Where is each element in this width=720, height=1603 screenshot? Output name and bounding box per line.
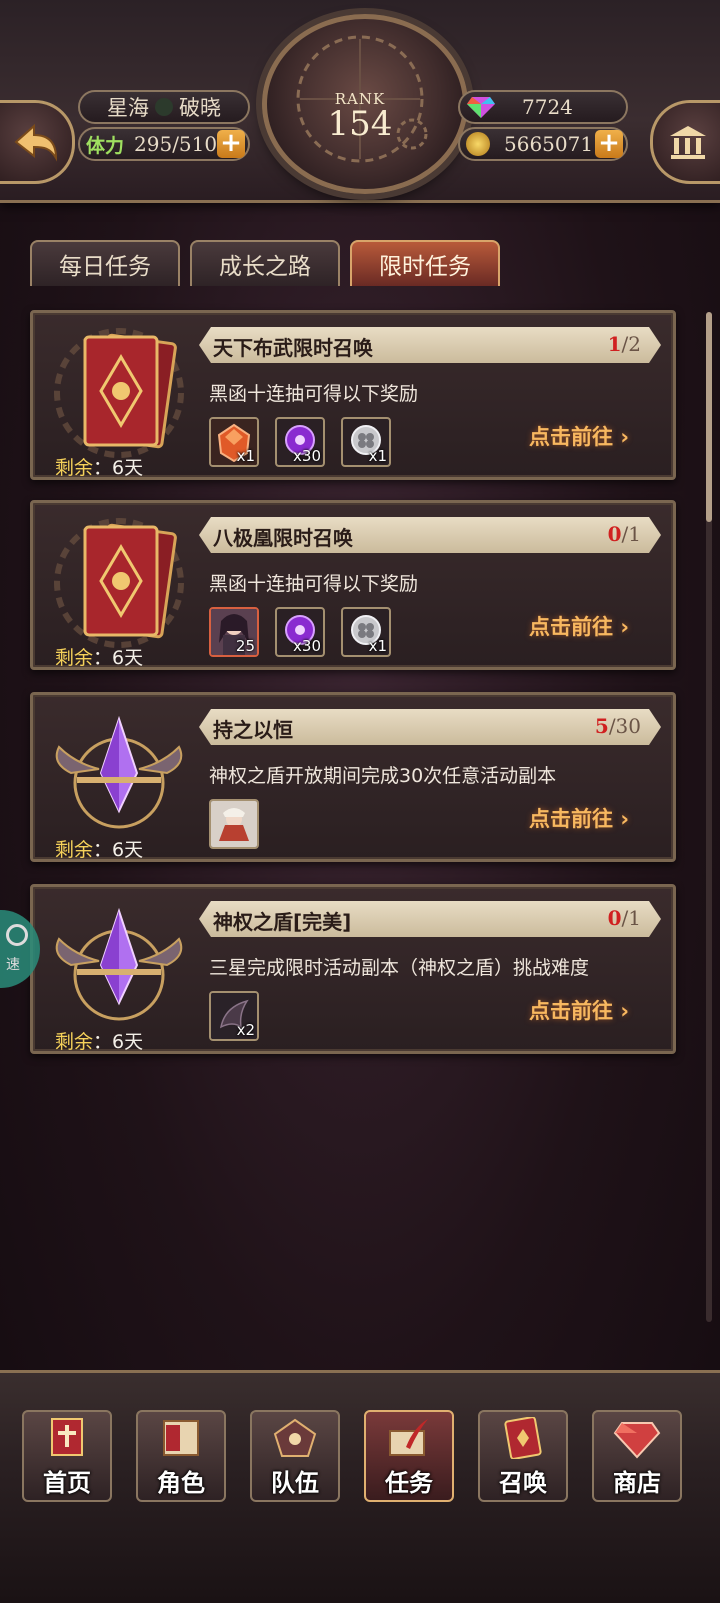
remaining-time: 剩余：6天 bbox=[55, 1031, 144, 1053]
gold-value: 5665071 bbox=[504, 132, 594, 156]
chevron-right-icon: › bbox=[620, 615, 629, 639]
nav-character[interactable]: 角色 bbox=[136, 1410, 226, 1502]
reward-item[interactable]: x30 bbox=[275, 417, 325, 467]
task-progress: 1/2 bbox=[607, 332, 641, 356]
player-suffix: 破晓 bbox=[179, 96, 221, 120]
tab-limited-label: 限时任务 bbox=[379, 254, 471, 280]
red-card-icon bbox=[54, 518, 184, 648]
go-button[interactable]: 点击前往 › bbox=[529, 611, 629, 641]
task-progress: 5/30 bbox=[594, 714, 641, 738]
remaining-time: 剩余：6天 bbox=[55, 839, 144, 861]
nav-character-label: 角色 bbox=[157, 1469, 205, 1497]
task-title-bar: 神权之盾[完美] 0/1 bbox=[199, 901, 661, 937]
chevron-right-icon: › bbox=[620, 425, 629, 449]
task-card: 剩余：6天 持之以恒 5/30 神权之盾开放期间完成30次任意活动副本 点击前往… bbox=[30, 692, 676, 862]
task-description: 三星完成限时活动副本（神权之盾）挑战难度 bbox=[209, 957, 590, 979]
task-title-bar: 持之以恒 5/30 bbox=[199, 709, 661, 745]
player-name: 星海 bbox=[107, 96, 149, 120]
team-pentagon-icon bbox=[273, 1418, 317, 1457]
gem-counter: 7724 bbox=[458, 90, 628, 124]
task-description: 黑函十连抽可得以下奖励 bbox=[209, 383, 419, 405]
red-card-icon bbox=[54, 328, 184, 458]
back-arrow-icon bbox=[14, 123, 58, 162]
add-stamina-button[interactable]: + bbox=[217, 130, 245, 158]
scrollbar-thumb[interactable] bbox=[706, 312, 712, 522]
reward-item[interactable]: x2 bbox=[209, 991, 259, 1041]
task-progress: 0/1 bbox=[607, 906, 641, 930]
nav-quest[interactable]: 任务 bbox=[364, 1410, 454, 1502]
summon-card-icon bbox=[504, 1417, 542, 1459]
nav-quest-label: 任务 bbox=[385, 1469, 433, 1497]
reward-item[interactable]: x30 bbox=[275, 607, 325, 657]
winged-crystal-icon bbox=[55, 715, 183, 829]
tab-growth-label: 成长之路 bbox=[219, 254, 311, 280]
reward-item[interactable]: x1 bbox=[341, 417, 391, 467]
stamina-label: 体力 bbox=[86, 134, 125, 157]
tab-daily[interactable]: 每日任务 bbox=[30, 240, 180, 286]
chevron-right-icon: › bbox=[620, 807, 629, 831]
back-button[interactable] bbox=[0, 100, 75, 184]
tab-growth[interactable]: 成长之路 bbox=[190, 240, 340, 286]
add-gold-button[interactable]: + bbox=[595, 130, 623, 158]
shop-gem-icon bbox=[613, 1422, 661, 1459]
nav-shop-label: 商店 bbox=[613, 1469, 661, 1497]
guild-club-icon bbox=[155, 98, 173, 116]
winged-crystal-icon bbox=[55, 907, 183, 1021]
reward-item[interactable]: 25 bbox=[209, 607, 259, 657]
stamina-value: 295/510 bbox=[134, 132, 218, 156]
character-book-icon bbox=[163, 1420, 199, 1456]
character-portrait-icon bbox=[211, 801, 257, 847]
go-button[interactable]: 点击前往 › bbox=[529, 995, 629, 1025]
reward-item[interactable] bbox=[209, 799, 259, 849]
nav-team[interactable]: 队伍 bbox=[250, 1410, 340, 1502]
remaining-time: 剩余：6天 bbox=[55, 457, 144, 479]
quest-quill-icon bbox=[389, 1419, 428, 1456]
tab-limited[interactable]: 限时任务 bbox=[350, 240, 500, 286]
reward-item[interactable]: x1 bbox=[341, 607, 391, 657]
task-title-bar: 八极凰限时召唤 0/1 bbox=[199, 517, 661, 553]
gem-value: 7724 bbox=[522, 95, 573, 119]
player-name-plate: 星海 破晓 bbox=[78, 90, 250, 124]
nav-summon-label: 召唤 bbox=[499, 1469, 547, 1497]
task-title: 持之以恒 bbox=[213, 718, 293, 742]
temple-menu-button[interactable] bbox=[650, 100, 720, 184]
nav-team-label: 队伍 bbox=[271, 1469, 319, 1497]
home-banner-icon bbox=[51, 1418, 83, 1456]
reward-item[interactable]: x1 bbox=[209, 417, 259, 467]
rainbow-gem-icon bbox=[467, 97, 495, 118]
rank-value: 154 bbox=[327, 104, 393, 144]
task-title: 天下布武限时召唤 bbox=[213, 336, 373, 360]
gold-counter: 5665071 + bbox=[458, 127, 628, 161]
task-title-bar: 天下布武限时召唤 1/2 bbox=[199, 327, 661, 363]
task-card: 剩余：6天 天下布武限时召唤 1/2 黑函十连抽可得以下奖励 x1 x30 x1… bbox=[30, 310, 676, 480]
task-card: 剩余：6天 八极凰限时召唤 0/1 黑函十连抽可得以下奖励 25 x30 x1 … bbox=[30, 500, 676, 670]
nav-shop[interactable]: 商店 bbox=[592, 1410, 682, 1502]
stamina-bar: 体力 295/510 + bbox=[78, 127, 250, 161]
tab-daily-label: 每日任务 bbox=[59, 254, 151, 280]
go-button[interactable]: 点击前往 › bbox=[529, 803, 629, 833]
temple-icon bbox=[670, 126, 706, 159]
speed-gauge-icon bbox=[6, 924, 28, 946]
task-description: 神权之盾开放期间完成30次任意活动副本 bbox=[209, 765, 557, 787]
task-title: 神权之盾[完美] bbox=[213, 910, 352, 934]
gold-coin-icon bbox=[466, 132, 490, 156]
speed-label: 速 bbox=[6, 957, 20, 973]
remaining-time: 剩余：6天 bbox=[55, 647, 144, 669]
task-progress: 0/1 bbox=[607, 522, 641, 546]
chevron-right-icon: › bbox=[620, 999, 629, 1023]
task-title: 八极凰限时召唤 bbox=[213, 526, 353, 550]
go-button[interactable]: 点击前往 › bbox=[529, 421, 629, 451]
nav-home[interactable]: 首页 bbox=[22, 1410, 112, 1502]
task-card: 剩余：6天 神权之盾[完美] 0/1 三星完成限时活动副本（神权之盾）挑战难度 … bbox=[30, 884, 676, 1054]
task-description: 黑函十连抽可得以下奖励 bbox=[209, 573, 419, 595]
nav-home-label: 首页 bbox=[43, 1469, 91, 1497]
nav-summon[interactable]: 召唤 bbox=[478, 1410, 568, 1502]
